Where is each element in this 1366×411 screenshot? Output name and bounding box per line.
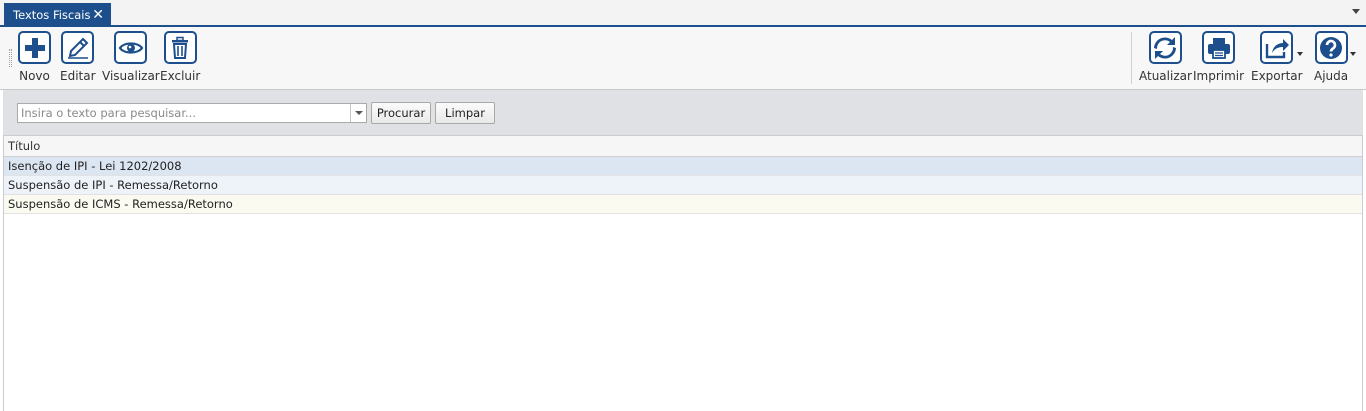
- edit-button[interactable]: Editar: [60, 31, 96, 83]
- printer-icon: [1202, 31, 1236, 64]
- trash-icon: [163, 31, 197, 64]
- print-button-label: Imprimir: [1193, 69, 1245, 83]
- new-button[interactable]: Novo: [18, 31, 51, 83]
- refresh-button-label: Atualizar: [1139, 69, 1192, 83]
- toolbar-grip[interactable]: [9, 49, 12, 67]
- tab-strip: Textos Fiscais ✕: [0, 0, 1366, 27]
- column-header-label: Título: [8, 139, 41, 153]
- help-button[interactable]: Ajuda: [1314, 31, 1348, 83]
- close-icon[interactable]: ✕: [92, 7, 104, 23]
- tab-textos-fiscais[interactable]: Textos Fiscais ✕: [4, 3, 111, 27]
- table-row[interactable]: Suspensão de ICMS - Remessa/Retorno: [4, 195, 1362, 214]
- cell-titulo: Suspensão de ICMS - Remessa/Retorno: [8, 197, 233, 211]
- data-grid: Título Isenção de IPI - Lei 1202/2008 Su…: [3, 136, 1363, 411]
- column-header-titulo[interactable]: Título: [4, 136, 1362, 157]
- delete-button[interactable]: Excluir: [160, 31, 200, 83]
- refresh-icon: [1148, 31, 1182, 64]
- tab-list-dropdown-icon[interactable]: [1352, 9, 1360, 14]
- clear-button[interactable]: Limpar: [435, 102, 495, 124]
- help-dropdown-icon[interactable]: [1350, 52, 1356, 56]
- tab-title: Textos Fiscais: [13, 8, 91, 22]
- search-combobox[interactable]: [17, 103, 367, 123]
- search-button[interactable]: Procurar: [371, 102, 431, 124]
- cell-titulo: Isenção de IPI - Lei 1202/2008: [8, 159, 182, 173]
- search-dropdown-button[interactable]: [350, 104, 366, 122]
- plus-icon: [18, 31, 51, 64]
- delete-button-label: Excluir: [160, 69, 201, 83]
- toolbar-separator: [1131, 32, 1132, 84]
- table-row[interactable]: Suspensão de IPI - Remessa/Retorno: [4, 176, 1362, 195]
- pencil-icon: [61, 31, 95, 64]
- help-icon: [1314, 31, 1348, 64]
- export-button[interactable]: Exportar: [1251, 31, 1303, 83]
- toolbar: Novo Editar Visualizar Excluir Atualizar…: [0, 27, 1366, 90]
- chevron-down-icon: [354, 111, 363, 115]
- export-icon: [1260, 31, 1294, 64]
- eye-icon: [114, 31, 148, 64]
- search-panel: Procurar Limpar: [3, 90, 1363, 136]
- export-button-label: Exportar: [1251, 69, 1303, 83]
- view-button[interactable]: Visualizar: [102, 31, 160, 83]
- cell-titulo: Suspensão de IPI - Remessa/Retorno: [8, 178, 218, 192]
- refresh-button[interactable]: Atualizar: [1139, 31, 1192, 83]
- help-button-label: Ajuda: [1314, 69, 1349, 83]
- export-dropdown-icon[interactable]: [1297, 52, 1303, 56]
- edit-button-label: Editar: [60, 69, 96, 83]
- view-button-label: Visualizar: [102, 69, 160, 83]
- search-input[interactable]: [18, 104, 346, 122]
- print-button[interactable]: Imprimir: [1193, 31, 1244, 83]
- new-button-label: Novo: [19, 69, 50, 83]
- table-row[interactable]: Isenção de IPI - Lei 1202/2008: [4, 157, 1362, 176]
